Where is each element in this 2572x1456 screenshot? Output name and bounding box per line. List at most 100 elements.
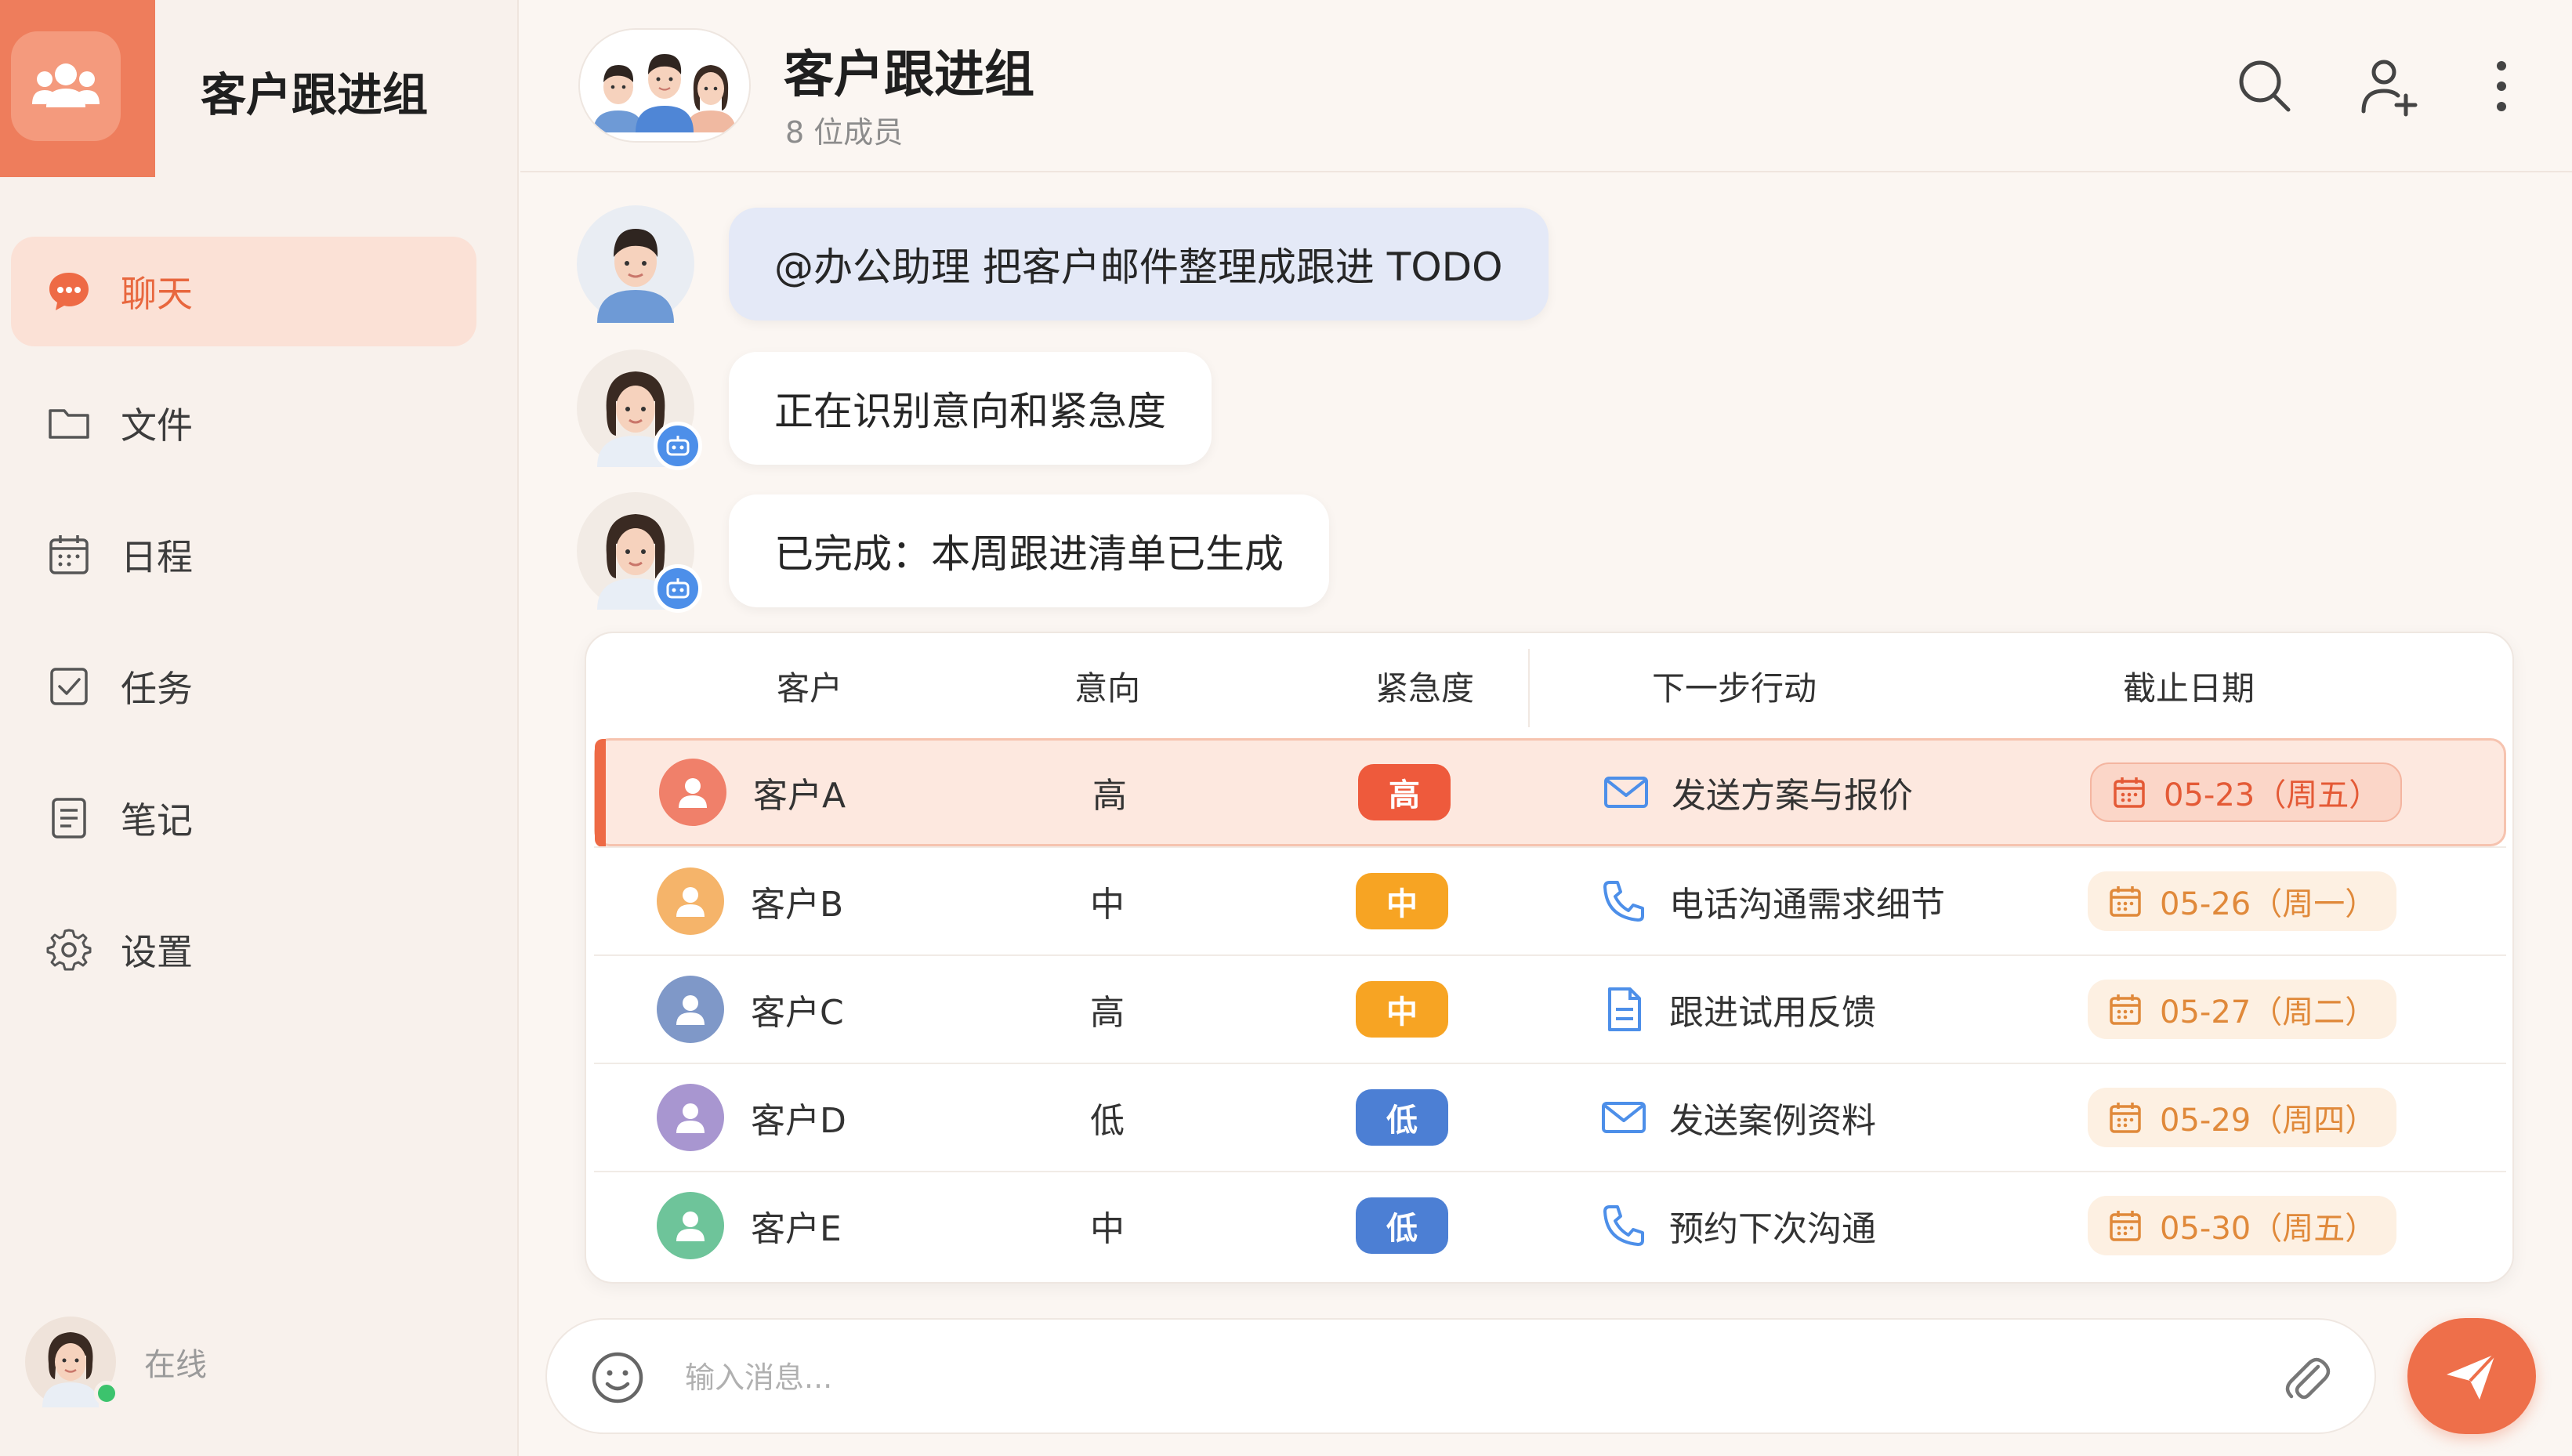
message-bot: 已完成：本周跟进清单已生成 xyxy=(577,492,1329,613)
sidebar-item-tasks[interactable]: 任务 xyxy=(11,632,476,741)
calendar-icon xyxy=(2108,1100,2143,1135)
table-row[interactable]: 客户B 中 中 电话沟通需求细节 05-26（周一） xyxy=(594,846,2506,954)
mail-icon xyxy=(1599,1092,1649,1143)
sidebar-item-label: 文件 xyxy=(121,404,193,447)
sidebar-item-settings[interactable]: 设置 xyxy=(11,895,476,1005)
column-header-customer[interactable]: 客户 xyxy=(727,662,892,710)
action-cell: 电话沟通需求细节 xyxy=(1599,848,1945,954)
customer-name: 客户C xyxy=(751,993,844,1033)
message-bubble[interactable]: 已完成：本周跟进清单已生成 xyxy=(729,494,1329,607)
deadline-pill[interactable]: 05-26（周一） xyxy=(2088,871,2397,931)
emoji-icon xyxy=(592,1352,643,1403)
table-row[interactable]: 客户E 中 低 预约下次沟通 05-30（周五） xyxy=(594,1171,2506,1279)
more-options-button[interactable] xyxy=(2462,47,2541,125)
calendar-icon xyxy=(2108,884,2143,918)
search-button[interactable] xyxy=(2226,47,2304,125)
person-icon xyxy=(657,976,724,1043)
avatar[interactable] xyxy=(25,1317,119,1407)
deadline-cell: 05-29（周四） xyxy=(2088,1064,2397,1171)
chat-bubble-icon xyxy=(45,268,92,315)
table-row[interactable]: 客户C 高 中 跟进试用反馈 05-27（周二） xyxy=(594,954,2506,1063)
app-logo-tile[interactable] xyxy=(0,0,155,177)
sidebar-item-schedule[interactable]: 日程 xyxy=(11,500,476,610)
sidebar: 客户跟进组 聊天 文件 日程 任务 笔记 设置 在线 xyxy=(0,0,519,1456)
column-header-deadline[interactable]: 截止日期 xyxy=(2075,662,2302,710)
deadline-pill[interactable]: 05-23（周五） xyxy=(2090,762,2403,822)
emoji-button[interactable] xyxy=(586,1346,649,1409)
bot-badge-icon xyxy=(654,422,702,470)
calendar-icon xyxy=(45,531,92,578)
member-count[interactable]: 8 位成员 xyxy=(785,108,903,151)
sidebar-item-files[interactable]: 文件 xyxy=(11,368,476,478)
deadline-pill[interactable]: 05-29（周四） xyxy=(2088,1088,2397,1147)
deadline-date: 05-27（周二） xyxy=(2160,994,2377,1030)
chat-title: 客户跟进组 xyxy=(784,46,1034,104)
column-header-action[interactable]: 下一步行动 xyxy=(1605,662,1864,710)
sidebar-item-label: 日程 xyxy=(121,536,193,578)
action-text: 跟进试用反馈 xyxy=(1669,993,1876,1033)
person-icon xyxy=(657,867,724,935)
deadline-pill[interactable]: 05-27（周二） xyxy=(2088,980,2397,1039)
add-member-button[interactable] xyxy=(2349,47,2428,125)
message-input[interactable] xyxy=(685,1348,2174,1407)
paperclip-icon xyxy=(2285,1357,2331,1400)
phone-icon xyxy=(1599,1201,1649,1251)
avatar[interactable] xyxy=(577,492,702,613)
group-users-icon xyxy=(32,63,100,107)
table-row[interactable]: 客户A 高 高 发送方案与报价 05-23（周五） xyxy=(594,738,2506,847)
customer-name: 客户B xyxy=(751,885,844,925)
add-user-icon xyxy=(2361,60,2418,117)
urgency-cell: 中 xyxy=(1356,848,1448,954)
folder-icon xyxy=(45,400,92,447)
avatar[interactable] xyxy=(577,350,702,470)
sidebar-item-notes[interactable]: 笔记 xyxy=(11,763,476,873)
action-cell: 发送案例资料 xyxy=(1599,1064,1876,1171)
urgency-badge: 中 xyxy=(1356,981,1448,1038)
column-header-intent[interactable]: 意向 xyxy=(1025,662,1190,710)
sidebar-item-label: 笔记 xyxy=(121,799,193,842)
phone-icon xyxy=(1599,876,1649,926)
message-bubble[interactable]: 正在识别意向和紧急度 xyxy=(729,352,1212,465)
customer-name: 客户D xyxy=(751,1101,846,1141)
presence-status: 在线 xyxy=(144,1347,207,1383)
attach-button[interactable] xyxy=(2274,1346,2337,1409)
action-text: 预约下次沟通 xyxy=(1669,1209,1876,1249)
urgency-cell: 低 xyxy=(1356,1064,1448,1171)
deadline-date: 05-23（周五） xyxy=(2164,777,2381,813)
customer-cell: 客户E xyxy=(657,1172,842,1279)
sidebar-item-label: 设置 xyxy=(121,931,193,973)
group-avatar[interactable] xyxy=(578,28,751,143)
calendar-icon xyxy=(2112,775,2146,809)
intent-cell: 高 xyxy=(1090,993,1125,1033)
checkbox-icon xyxy=(45,663,92,710)
deadline-cell: 05-26（周一） xyxy=(2088,848,2397,954)
action-text: 发送方案与报价 xyxy=(1672,776,1913,816)
urgency-badge: 低 xyxy=(1356,1197,1448,1254)
message-bubble[interactable]: @办公助理 把客户邮件整理成跟进 TODO xyxy=(729,208,1549,321)
gear-icon xyxy=(45,926,92,973)
current-user[interactable]: 在线 xyxy=(25,1317,207,1407)
sidebar-item-chat[interactable]: 聊天 xyxy=(11,237,476,346)
customer-cell: 客户D xyxy=(657,1064,846,1171)
customer-cell: 客户C xyxy=(657,956,844,1063)
action-cell: 跟进试用反馈 xyxy=(1599,956,1876,1063)
customer-name: 客户E xyxy=(751,1209,842,1249)
avatar[interactable] xyxy=(577,205,694,323)
customer-cell: 客户B xyxy=(657,848,843,954)
action-text: 电话沟通需求细节 xyxy=(1669,885,1945,925)
sidebar-nav: 聊天 文件 日程 任务 笔记 设置 xyxy=(11,237,476,1027)
action-text: 发送案例资料 xyxy=(1669,1101,1876,1141)
table-row[interactable]: 客户D 低 低 发送案例资料 05-29（周四） xyxy=(594,1063,2506,1171)
column-header-urgency[interactable]: 紧急度 xyxy=(1323,662,1527,710)
deadline-date: 05-26（周一） xyxy=(2160,886,2377,922)
intent-cell: 高 xyxy=(1092,776,1127,816)
document-icon xyxy=(1599,984,1649,1034)
calendar-icon xyxy=(2108,992,2143,1027)
send-button[interactable] xyxy=(2407,1318,2536,1434)
sidebar-item-label: 任务 xyxy=(121,668,193,710)
person-icon xyxy=(657,1192,724,1259)
person-icon xyxy=(657,1084,724,1151)
urgency-cell: 低 xyxy=(1356,1172,1448,1279)
header-divider xyxy=(1528,649,1530,727)
deadline-pill[interactable]: 05-30（周五） xyxy=(2088,1196,2397,1255)
